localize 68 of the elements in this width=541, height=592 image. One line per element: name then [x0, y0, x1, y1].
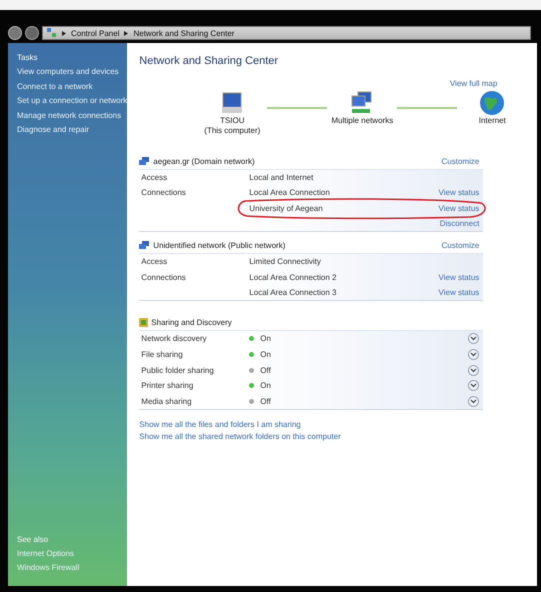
- breadcrumb-arrow-icon: [62, 30, 66, 36]
- row-value: Limited Connectivity: [249, 257, 322, 266]
- row-value: Local Area Connection 2: [249, 272, 338, 282]
- expand-button[interactable]: [468, 364, 480, 376]
- map-node-label: TSIOU (This computer): [204, 116, 260, 136]
- forward-button[interactable]: [25, 26, 39, 40]
- connection-line: [267, 107, 328, 109]
- task-link[interactable]: Diagnose and repair: [17, 125, 128, 134]
- row-label: Access: [141, 257, 168, 266]
- row-label: Access: [141, 173, 168, 182]
- globe-icon: [479, 90, 506, 116]
- chevron-down-icon: [470, 383, 478, 388]
- section-title: Sharing and Discovery: [151, 318, 232, 328]
- expand-button[interactable]: [468, 396, 480, 407]
- setting-label: Media sharing: [141, 396, 193, 406]
- setting-label: Network discovery: [141, 334, 208, 344]
- setting-label: Public folder sharing: [141, 366, 215, 375]
- network-name: aegean.gr (Domain network): [153, 157, 255, 166]
- row-value: University of Aegean: [249, 204, 324, 213]
- customize-link[interactable]: Customize: [442, 241, 480, 250]
- status-link[interactable]: View status: [438, 204, 480, 213]
- breadcrumb-arrow-icon: [124, 30, 128, 36]
- page-title: Network and Sharing Center: [139, 55, 280, 67]
- network-name: Unidentified network (Public network): [153, 241, 286, 250]
- row-value: Local Area Connection: [249, 188, 331, 198]
- back-button[interactable]: [8, 26, 22, 40]
- network-icon: [139, 157, 150, 166]
- map-node-label: Internet: [478, 116, 506, 126]
- setting-label: Printer sharing: [141, 381, 194, 390]
- customize-link[interactable]: Customize: [442, 157, 480, 166]
- sharing-link[interactable]: Show me all the shared network folders on this computer: [139, 432, 528, 442]
- status-text: On: [260, 381, 271, 390]
- task-link[interactable]: Manage network connections: [17, 110, 128, 120]
- status-link[interactable]: Disconnect: [440, 219, 480, 228]
- chevron-down-icon: [470, 336, 478, 342]
- task-link[interactable]: Set up a connection or network: [17, 96, 128, 106]
- status-link[interactable]: View status: [438, 188, 480, 198]
- task-link[interactable]: Connect to a network: [17, 82, 128, 91]
- status-link[interactable]: View status: [438, 288, 480, 297]
- network-icon: [139, 241, 150, 250]
- sharing-link[interactable]: Show me all the files and folders I am sharing: [139, 420, 528, 430]
- sidebar-heading: See also: [17, 534, 50, 544]
- map-node-label: Multiple networks: [331, 116, 394, 126]
- setting-label: File sharing: [141, 350, 184, 359]
- row-value: Local Area Connection 3: [249, 288, 338, 297]
- address-bar[interactable]: Control Panel Network and Sharing Center: [42, 26, 531, 40]
- sidebar-heading: Tasks: [17, 53, 38, 62]
- expand-button[interactable]: [468, 333, 480, 344]
- row-value: Local and Internet: [249, 173, 314, 182]
- expand-button[interactable]: [468, 348, 480, 360]
- chevron-down-icon: [470, 352, 478, 357]
- expand-button[interactable]: [468, 380, 480, 392]
- chevron-down-icon: [470, 368, 478, 373]
- breadcrumb[interactable]: Control Panel: [71, 28, 120, 38]
- view-full-map-link[interactable]: View full map: [450, 79, 498, 88]
- breadcrumb[interactable]: Network and Sharing Center: [133, 28, 234, 38]
- status-text: On: [260, 334, 271, 344]
- chevron-down-icon: [470, 398, 478, 404]
- control-panel-icon: [47, 28, 57, 38]
- status-text: Off: [260, 366, 271, 375]
- status-text: Off: [260, 396, 271, 406]
- status-text: On: [260, 350, 271, 359]
- connection-line: [397, 107, 458, 109]
- sharing-icon: [139, 318, 148, 328]
- row-label: Connections: [141, 272, 187, 282]
- task-link[interactable]: View computers and devices: [17, 67, 128, 76]
- row-label: Connections: [141, 188, 187, 198]
- status-link[interactable]: View status: [438, 272, 480, 282]
